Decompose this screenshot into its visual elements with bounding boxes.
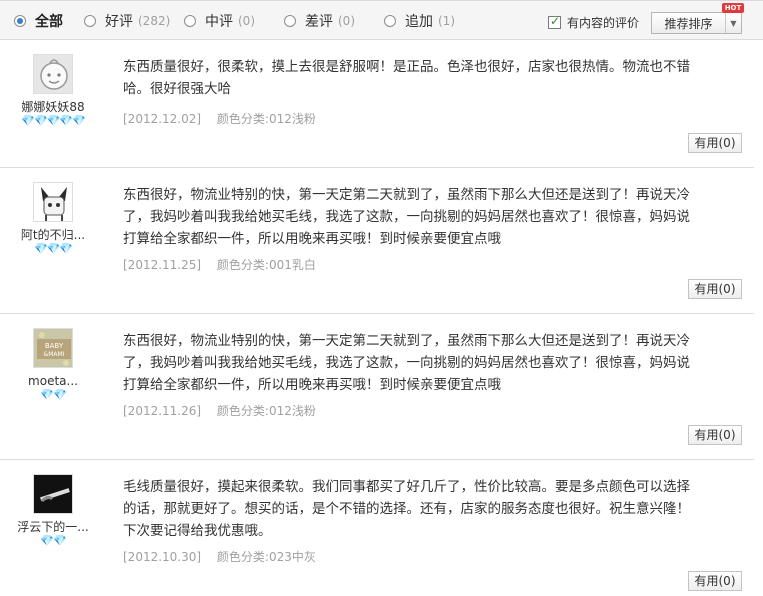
review-filter-bar: 全部 好评 (282) 中评 (0) 差评 (0) 追加 (1) ✓ 有内容的评… (0, 0, 763, 40)
review-text: 毛线质量很好，摸起来很柔软。我们同事都买了好几斤了，性价比较高。要是多点颜色可以… (123, 479, 690, 539)
reviewer-name[interactable]: 浮云下的一... (8, 520, 98, 534)
check-icon: ✓ (550, 14, 561, 28)
avatar[interactable] (33, 474, 73, 514)
reviewer-info: 浮云下的一... 💎💎 (8, 474, 98, 547)
svg-text:BABY: BABY (45, 342, 64, 350)
filter-positive[interactable]: 好评 (282) (84, 12, 170, 30)
filter-followup[interactable]: 追加 (1) (384, 12, 455, 30)
reviewer-name[interactable]: 阿t的不归... (8, 228, 98, 242)
review-text: 东西很好，物流业特别的快，第一天定第二天就到了，虽然雨下那么大但还是送到了！再说… (123, 333, 690, 393)
filter-neutral[interactable]: 中评 (0) (184, 12, 255, 30)
review-item: BABY &MAMI moeta... 💎💎 东西很好，物流业特别的快，第一天定… (0, 314, 754, 460)
filter-negative[interactable]: 差评 (0) (284, 12, 355, 30)
reviewer-name[interactable]: 娜娜妖妖88 (8, 100, 98, 114)
radio-icon[interactable] (14, 15, 26, 27)
content-only-toggle[interactable]: ✓ 有内容的评价 (548, 14, 639, 31)
useful-button[interactable]: 有用(0) (688, 425, 742, 445)
reviewer-info: BABY &MAMI moeta... 💎💎 (8, 328, 98, 401)
review-date: [2012.12.02] (123, 112, 202, 126)
avatar[interactable] (33, 182, 73, 222)
review-text: 东西质量很好，很柔软，摸上去很是舒服啊！是正品。色泽也很好，店家也很热情。物流也… (123, 59, 690, 97)
radio-icon[interactable] (84, 15, 96, 27)
filter-all-label: 全部 (35, 14, 63, 30)
review-date: [2012.10.30] (123, 550, 202, 564)
content-only-label: 有内容的评价 (567, 16, 640, 30)
review-text: 东西很好，物流业特别的快，第一天定第二天就到了，虽然雨下那么大但还是送到了！再说… (123, 187, 690, 247)
hot-badge: HOT (722, 3, 744, 13)
sort-label: 推荐排序 (664, 16, 713, 31)
radio-icon[interactable] (284, 15, 296, 27)
useful-button[interactable]: 有用(0) (688, 279, 742, 299)
reviewer-level-icon: 💎💎💎💎💎 (21, 114, 85, 127)
review-item: 娜娜妖妖88 💎💎💎💎💎 东西质量很好，很柔软，摸上去很是舒服啊！是正品。色泽也… (0, 40, 754, 168)
reviewer-level-icon: 💎💎 (40, 388, 66, 401)
review-item: 浮云下的一... 💎💎 毛线质量很好，摸起来很柔软。我们同事都买了好几斤了，性价… (0, 460, 754, 596)
content-only-checkbox[interactable]: ✓ (548, 14, 561, 29)
filter-negative-count: (0) (338, 14, 355, 28)
review-color: 颜色分类:001乳白 (216, 258, 316, 272)
review-date: [2012.11.26] (123, 404, 202, 418)
review-meta: [2012.11.25] 颜色分类:001乳白 (123, 256, 316, 273)
reviewer-level-icon: 💎💎 (40, 534, 66, 547)
review-meta: [2012.12.02] 颜色分类:012浅粉 (123, 110, 316, 127)
review-item: 阿t的不归... 💎💎💎 东西很好，物流业特别的快，第一天定第二天就到了，虽然雨… (0, 168, 754, 314)
reviewer-info: 阿t的不归... 💎💎💎 (8, 182, 98, 255)
review-color: 颜色分类:012浅粉 (216, 112, 316, 126)
svg-text:&MAMI: &MAMI (44, 351, 65, 358)
useful-button[interactable]: 有用(0) (688, 571, 742, 591)
filter-negative-label: 差评 (305, 14, 333, 30)
review-color: 颜色分类:012浅粉 (216, 404, 316, 418)
reviewer-level-icon: 💎💎💎 (33, 242, 73, 255)
review-meta: [2012.10.30] 颜色分类:023中灰 (123, 548, 316, 565)
sort-dropdown[interactable]: 推荐排序 ▼ (651, 12, 742, 34)
filter-positive-count: (282) (138, 14, 171, 28)
reviewer-name[interactable]: moeta... (8, 374, 98, 388)
chevron-down-icon[interactable]: ▼ (725, 13, 741, 33)
avatar[interactable] (33, 54, 73, 94)
filter-neutral-label: 中评 (205, 14, 233, 30)
filter-followup-label: 追加 (405, 14, 433, 30)
filter-neutral-count: (0) (238, 14, 255, 28)
avatar[interactable]: BABY &MAMI (33, 328, 73, 368)
review-meta: [2012.11.26] 颜色分类:012浅粉 (123, 402, 316, 419)
review-color: 颜色分类:023中灰 (216, 550, 316, 564)
filter-all[interactable]: 全部 (14, 12, 63, 30)
filter-positive-label: 好评 (105, 14, 133, 30)
filter-followup-count: (1) (438, 14, 455, 28)
useful-button[interactable]: 有用(0) (688, 133, 742, 153)
radio-icon[interactable] (184, 15, 196, 27)
radio-icon[interactable] (384, 15, 396, 27)
review-date: [2012.11.25] (123, 258, 202, 272)
reviewer-info: 娜娜妖妖88 💎💎💎💎💎 (8, 54, 98, 127)
